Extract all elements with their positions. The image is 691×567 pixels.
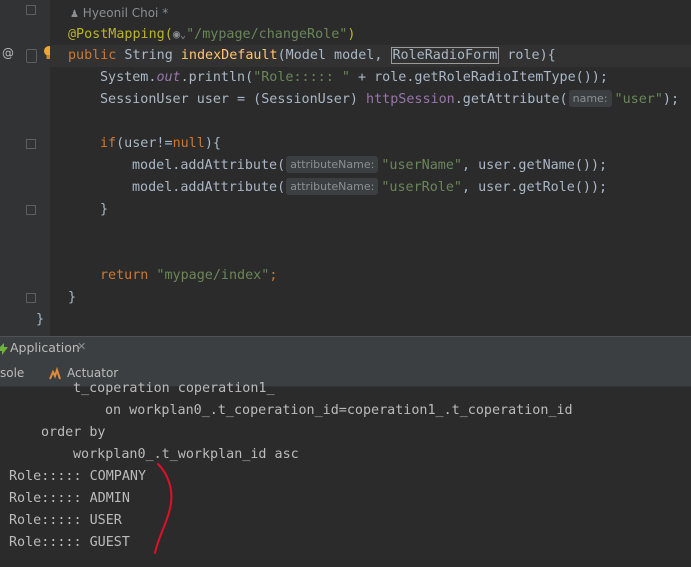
run-panel-header: Application ✕ [0,336,691,359]
code-line-if[interactable]: if(user!=null){ [100,133,221,155]
tab-console[interactable]: sole [0,366,24,380]
close-icon[interactable]: ✕ [77,340,86,353]
console-line: Role::::: ADMIN [9,491,130,506]
text-caret[interactable]: RoleRadioForm [390,47,500,64]
console-output[interactable]: t_coperation coperation1_ on workplan0_.… [0,381,691,567]
code-line-method-close[interactable]: } [68,287,76,309]
fold-marker-method-end[interactable] [26,293,36,303]
console-line: on workplan0_.t_coperation_id=coperation… [105,403,573,418]
code-line-add-username[interactable]: model.addAttribute(attributeName: "userNa… [132,155,607,177]
code-line-signature[interactable]: public String indexDefault(Model model, … [50,45,691,67]
fold-marker-if-end[interactable] [26,205,36,215]
run-tab-application[interactable]: Application [10,340,80,355]
console-line: Role::::: USER [9,513,122,528]
code-line-println[interactable]: System.out.println("Role::::: " + role.g… [100,67,608,89]
bean-icon[interactable] [26,49,37,63]
console-line: order by [41,425,106,440]
code-line-add-userrole[interactable]: model.addAttribute(attributeName: "userRo… [132,177,607,199]
code-line-if-close[interactable]: } [100,199,108,221]
console-line: Role::::: COMPANY [9,469,147,484]
console-line: workplan0_.t_workplan_id asc [73,447,299,462]
param-hint: attributeName: [286,156,379,173]
code-line-return[interactable]: return "mypage/index"; [100,265,277,287]
code-line-annotation[interactable]: @PostMapping(◉⌄"/mypage/changeRole") [68,23,355,45]
fold-marker-top[interactable] [26,5,36,15]
actuator-icon[interactable] [48,366,62,385]
code-editor[interactable]: @ ♟ Hyeonil Choi * @PostMapping(◉⌄"/mypa… [0,0,691,336]
spring-boot-icon [0,341,8,360]
author-hint[interactable]: ♟ Hyeonil Choi * [70,3,168,23]
console-line: Role::::: GUEST [9,535,130,550]
editor-gutter[interactable]: @ [0,0,54,336]
code-line-class-close[interactable]: } [36,309,44,331]
user-icon: ♟ [70,9,79,20]
param-hint: attributeName: [286,178,379,195]
fold-marker-if[interactable] [26,139,36,149]
red-pen-annotation [154,463,173,554]
override-marker[interactable]: @ [2,46,14,60]
console-line: t_coperation coperation1_ [73,381,275,396]
web-icon[interactable]: ◉ [173,27,180,41]
code-line-session-user[interactable]: SessionUser user = (SessionUser) httpSes… [100,89,679,111]
param-hint: name: [568,90,612,107]
